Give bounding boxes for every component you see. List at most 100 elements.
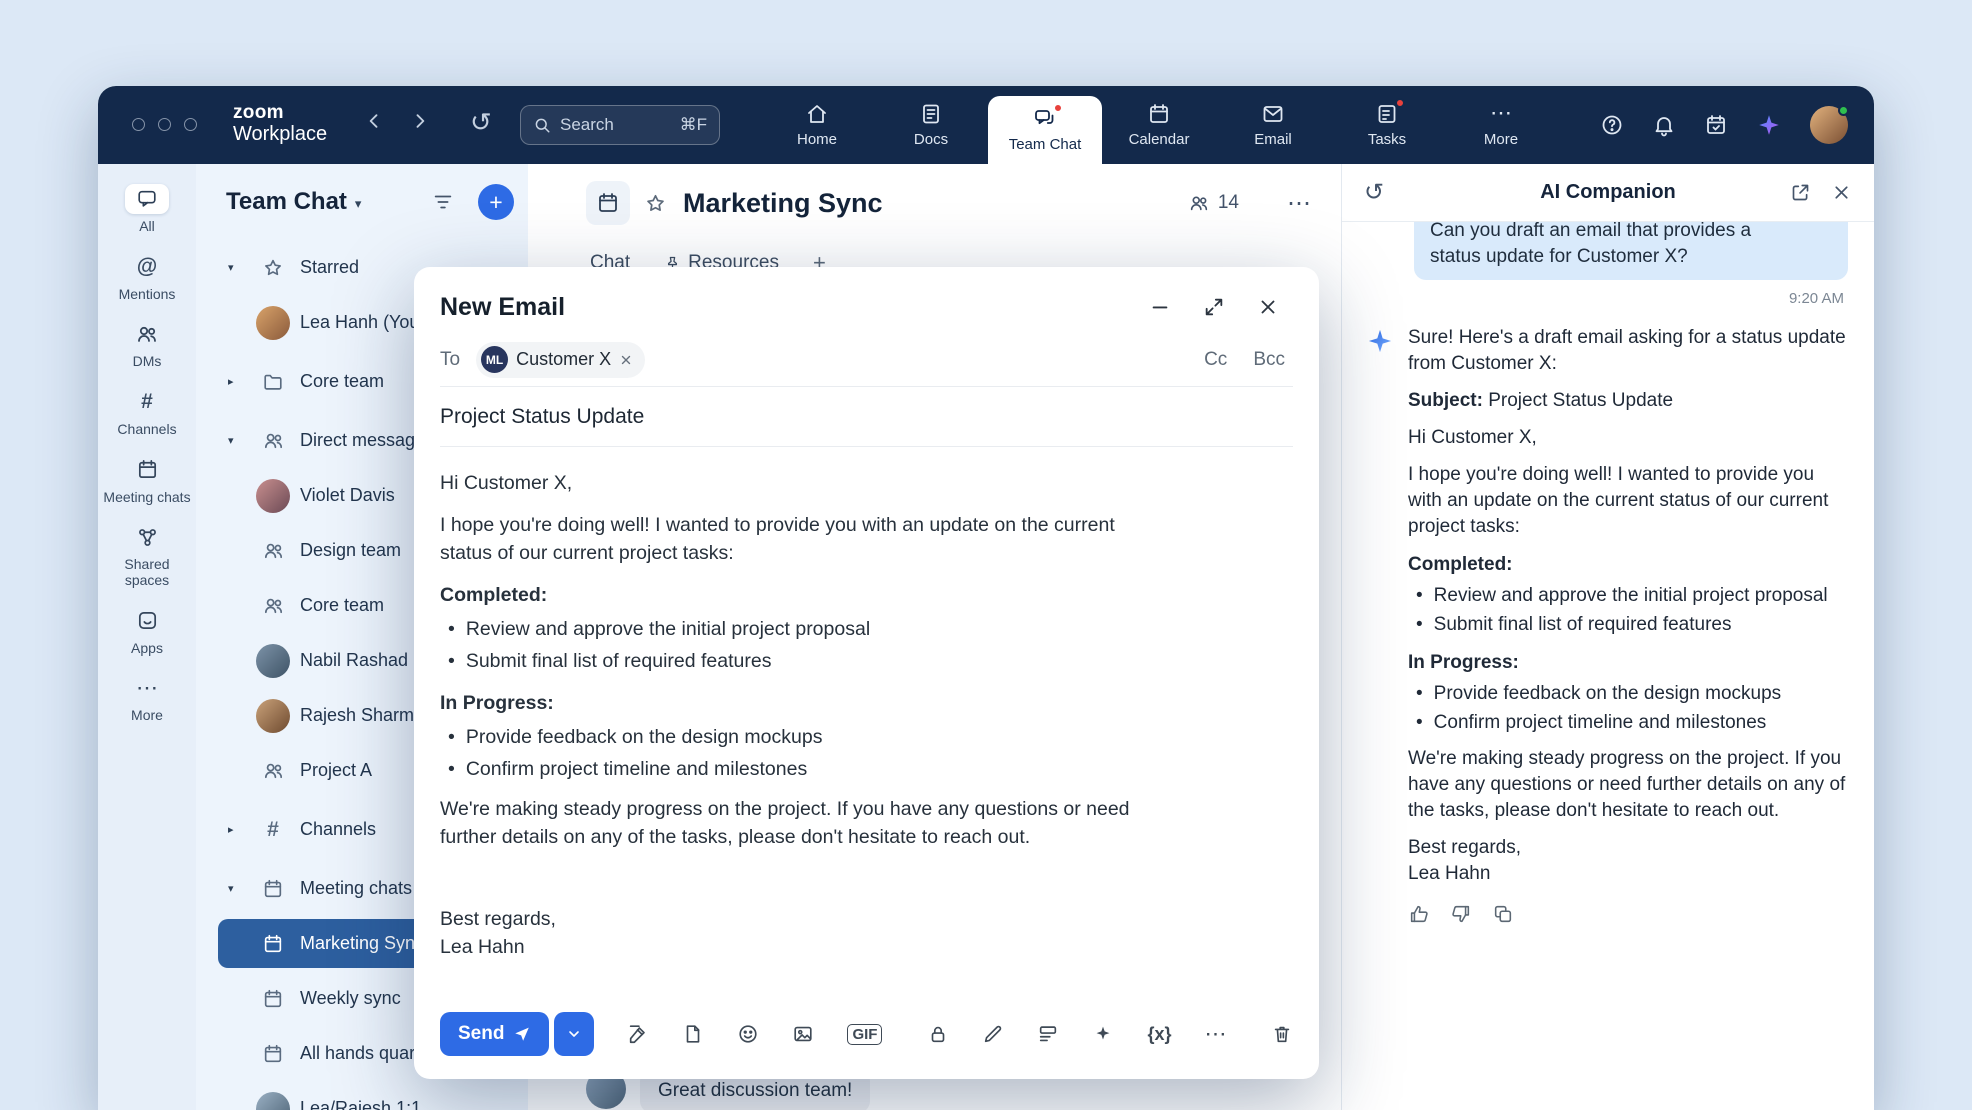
open-in-new-icon[interactable]	[1790, 182, 1811, 203]
rail-item-meeting-chats[interactable]: Meeting chats	[102, 447, 192, 515]
rail-item-dms[interactable]: DMs	[102, 311, 192, 379]
pencil-icon[interactable]	[982, 1023, 1004, 1045]
emoji-icon[interactable]	[737, 1023, 759, 1045]
rail-shared-spaces-label: Shared spaces	[102, 557, 192, 588]
nav-more[interactable]: ⋯ More	[1444, 86, 1558, 164]
collapse-triangle-icon[interactable]: ▸	[228, 823, 246, 836]
channels-hash-icon: #	[141, 387, 153, 417]
variables-icon[interactable]: {x}	[1147, 1024, 1171, 1045]
members-count[interactable]: 14	[1188, 192, 1239, 214]
ai-companion-sparkle-icon[interactable]	[1756, 112, 1782, 138]
window-controls[interactable]	[132, 118, 197, 131]
close-icon[interactable]	[1831, 182, 1852, 203]
folder-icon	[256, 365, 290, 399]
email-bullet: •Submit final list of required features	[440, 647, 1134, 675]
image-icon[interactable]	[792, 1023, 814, 1045]
filter-icon[interactable]	[432, 191, 454, 213]
format-pen-icon[interactable]	[627, 1023, 649, 1045]
recipients-field[interactable]: To ML Customer X Cc Bcc	[440, 333, 1293, 387]
ai-history-icon[interactable]: ↺	[1364, 178, 1384, 207]
calendar-icon	[256, 872, 290, 906]
docs-icon	[919, 102, 943, 126]
new-chat-button[interactable]: +	[478, 184, 514, 220]
nav-calendar[interactable]: Calendar	[1102, 86, 1216, 164]
notifications-bell-icon[interactable]	[1652, 113, 1676, 137]
trash-icon[interactable]	[1271, 1023, 1293, 1045]
close-window-control[interactable]	[132, 118, 145, 131]
rail-more-label: More	[131, 708, 163, 724]
back-button[interactable]	[364, 111, 384, 131]
rail-item-more[interactable]: ⋯ More	[102, 665, 192, 733]
section-label: Meeting chats	[300, 878, 412, 899]
section-label: Core team	[300, 371, 384, 392]
email-completed-heading: Completed:	[440, 581, 1134, 609]
forward-button[interactable]	[410, 111, 430, 131]
ai-sparkle-icon[interactable]	[1092, 1023, 1114, 1045]
send-button[interactable]: Send	[440, 1012, 549, 1056]
rail-item-mentions[interactable]: @ Mentions	[102, 244, 192, 312]
copy-icon[interactable]	[1492, 903, 1514, 925]
nav-docs[interactable]: Docs	[874, 86, 988, 164]
chat-item-label: Marketing Sync	[300, 933, 424, 954]
ai-companion-panel: AI Companion ↺ Can you draft an email th…	[1341, 164, 1874, 1110]
panel-title[interactable]: Team Chat	[226, 188, 347, 216]
rail-more-icon: ⋯	[136, 673, 158, 703]
bcc-button[interactable]: Bcc	[1253, 349, 1285, 371]
ai-completed-heading: Completed:	[1408, 552, 1850, 578]
dms-people-icon	[135, 319, 159, 349]
template-file-icon[interactable]	[682, 1023, 704, 1045]
minimize-icon[interactable]	[1149, 296, 1171, 318]
channel-more-icon[interactable]: ⋯	[1287, 189, 1311, 218]
help-icon[interactable]	[1600, 113, 1624, 137]
send-options-button[interactable]	[554, 1012, 594, 1056]
favorite-star-icon[interactable]	[644, 192, 667, 215]
nav-email[interactable]: Email	[1216, 86, 1330, 164]
rail-item-all[interactable]: All	[102, 176, 192, 244]
expand-icon[interactable]	[1203, 296, 1225, 318]
layout-fields-icon[interactable]	[1037, 1023, 1059, 1045]
chatlist-item-lea-rajesh[interactable]: Lea/Rajesh 1:1	[196, 1081, 528, 1110]
rail-item-channels[interactable]: # Channels	[102, 379, 192, 447]
cc-button[interactable]: Cc	[1204, 349, 1227, 371]
collapse-triangle-icon[interactable]: ▸	[228, 375, 246, 388]
rail-item-apps[interactable]: Apps	[102, 598, 192, 666]
thumbs-up-icon[interactable]	[1408, 903, 1430, 925]
calendar-check-icon[interactable]	[1704, 113, 1728, 137]
lock-icon[interactable]	[927, 1023, 949, 1045]
rail-item-shared-spaces[interactable]: Shared spaces	[102, 514, 192, 597]
rail-mentions-label: Mentions	[119, 287, 176, 303]
subject-field[interactable]: Project Status Update	[440, 387, 1293, 447]
remove-recipient-icon[interactable]	[619, 353, 633, 367]
email-closing: We're making steady progress on the proj…	[440, 795, 1134, 851]
nav-tasks[interactable]: Tasks	[1330, 86, 1444, 164]
collapse-triangle-icon[interactable]: ▾	[228, 434, 246, 447]
more-icon: ⋯	[1489, 102, 1513, 126]
ai-bullet: •Confirm project timeline and milestones	[1408, 710, 1850, 736]
minimize-window-control[interactable]	[158, 118, 171, 131]
collapse-triangle-icon[interactable]: ▾	[228, 261, 246, 274]
chevron-down-icon: ▾	[355, 196, 362, 212]
recipient-name: Customer X	[516, 349, 611, 370]
chat-item-label: Rajesh Sharma	[300, 705, 424, 726]
nav-team-chat[interactable]: Team Chat	[988, 96, 1102, 164]
email-body-editor[interactable]: Hi Customer X, I hope you're doing well!…	[440, 447, 1134, 961]
chat-item-label: Nabil Rashad	[300, 650, 408, 671]
search-input[interactable]: Search ⌘F	[520, 105, 720, 145]
nav-calendar-label: Calendar	[1129, 131, 1190, 148]
recipient-chip[interactable]: ML Customer X	[476, 342, 645, 378]
close-icon[interactable]	[1257, 296, 1279, 318]
thumbs-down-icon[interactable]	[1450, 903, 1472, 925]
email-icon	[1261, 102, 1285, 126]
nav-more-label: More	[1484, 131, 1518, 148]
zoom-window-control[interactable]	[184, 118, 197, 131]
gif-icon[interactable]: GIF	[847, 1024, 882, 1045]
hash-icon: #	[256, 813, 290, 847]
ai-intro: Sure! Here's a draft email asking for a …	[1408, 325, 1850, 377]
collapse-triangle-icon[interactable]: ▾	[228, 882, 246, 895]
history-icon[interactable]: ↺	[470, 107, 492, 138]
nav-home[interactable]: Home	[760, 86, 874, 164]
more-options-icon[interactable]: ⋯	[1204, 1021, 1226, 1047]
user-avatar[interactable]	[1810, 106, 1848, 144]
rail-channels-label: Channels	[117, 422, 176, 438]
rail-all-label: All	[139, 219, 155, 235]
